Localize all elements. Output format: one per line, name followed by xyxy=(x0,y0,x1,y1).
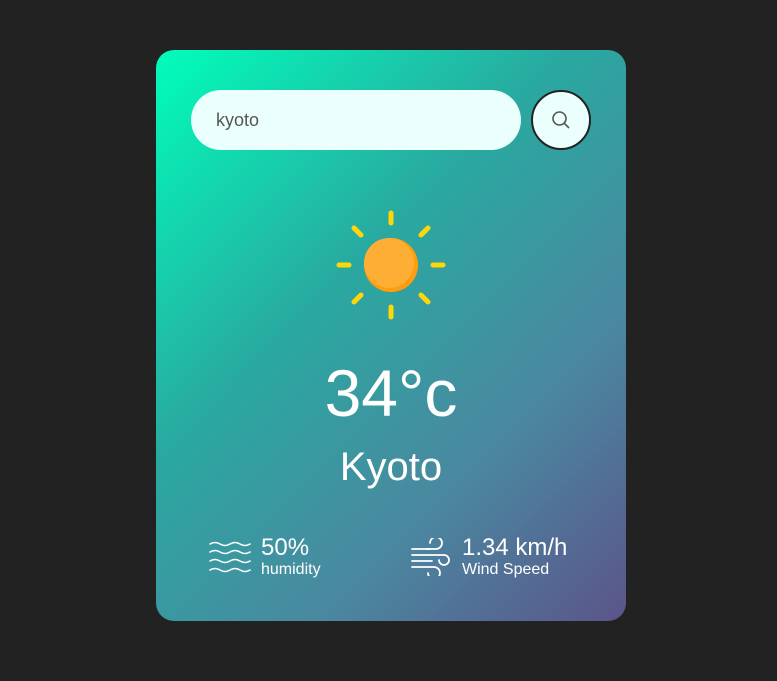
search-button[interactable] xyxy=(531,90,591,150)
weather-details: 50% humidity 1.34 km/h Wind Speed xyxy=(156,535,626,585)
search-bar xyxy=(191,90,591,150)
search-icon xyxy=(552,111,570,129)
sun-icon xyxy=(336,210,446,320)
wind-label: Wind Speed xyxy=(462,561,550,578)
search-input[interactable] xyxy=(191,90,521,150)
wind-text: 1.34 km/h Wind Speed xyxy=(462,535,567,579)
humidity-text: 50% humidity xyxy=(261,535,321,579)
wind-value: 1.34 km/h xyxy=(462,534,568,561)
humidity-label: humidity xyxy=(261,561,321,578)
wind-column: 1.34 km/h Wind Speed xyxy=(410,535,567,579)
humidity-waves-icon xyxy=(209,539,251,575)
temperature: 34°c xyxy=(324,356,458,430)
humidity-column: 50% humidity xyxy=(209,535,321,579)
city-name: Kyoto xyxy=(339,445,443,489)
weather-card: 34°c Kyoto 50% humidity xyxy=(156,50,626,621)
wind-icon xyxy=(410,538,452,576)
humidity-value: 50% xyxy=(261,534,310,561)
